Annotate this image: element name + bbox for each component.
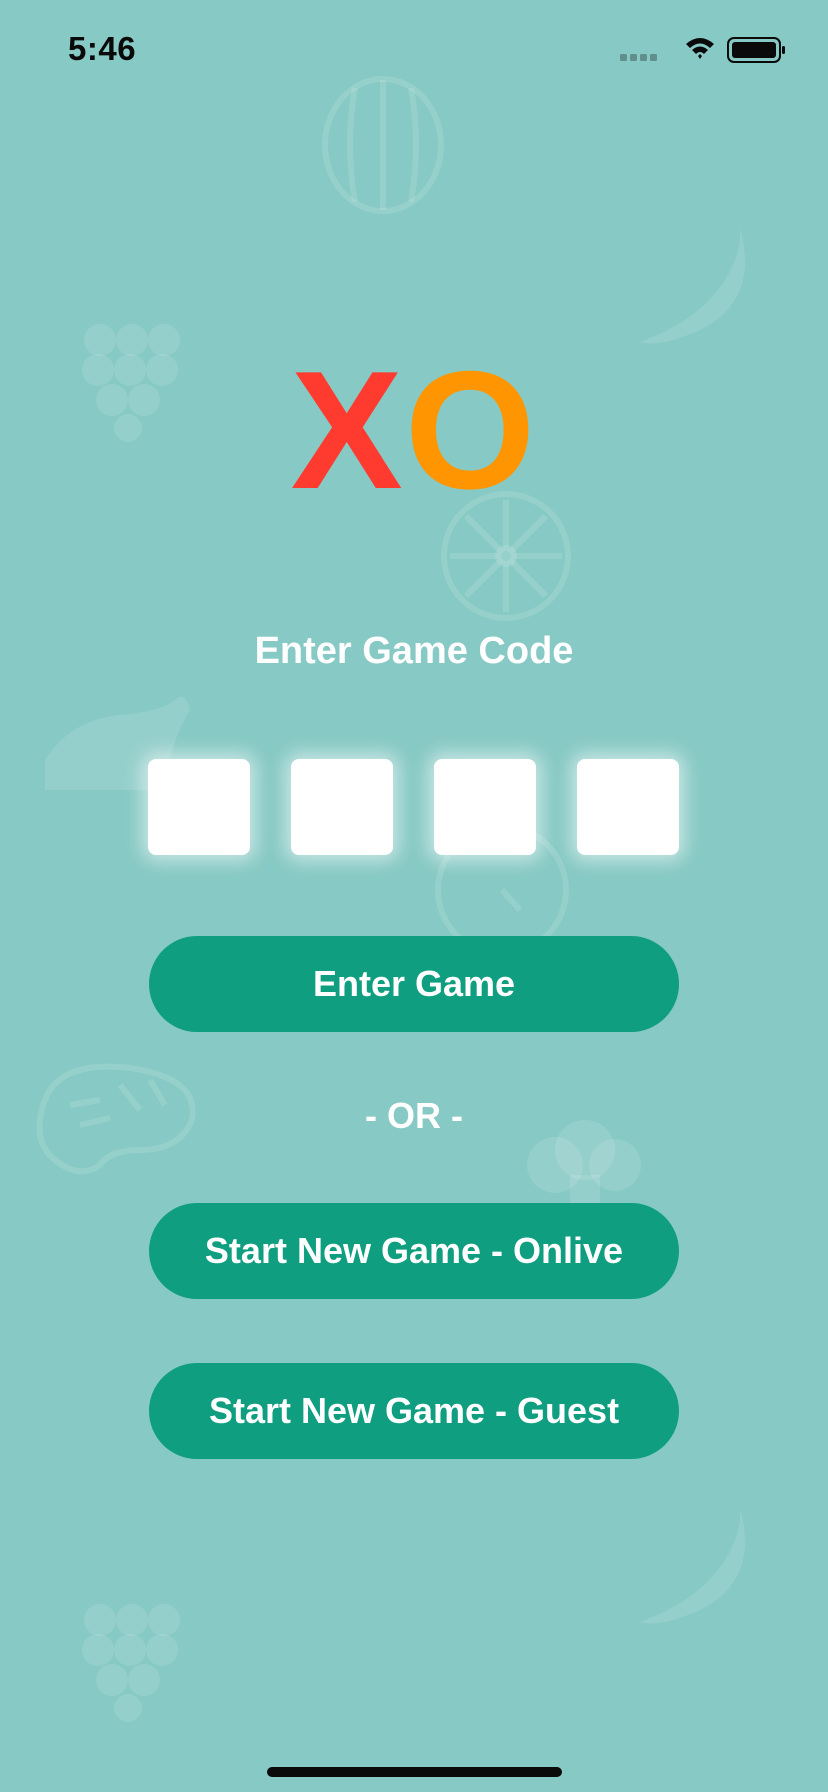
or-separator: - OR - — [365, 1095, 463, 1136]
enter-game-code-title: Enter Game Code — [254, 630, 574, 672]
status-bar: 5:46 — [0, 0, 828, 100]
code-digit-1-input[interactable] — [148, 759, 250, 855]
enter-game-button[interactable]: Enter Game — [149, 936, 679, 1032]
status-time: 5:46 — [68, 30, 137, 67]
code-digit-2-input[interactable] — [291, 759, 393, 855]
home-indicator[interactable] — [267, 1767, 562, 1777]
food-pattern-background — [36, 76, 745, 1722]
code-digit-4-input[interactable] — [577, 759, 679, 855]
game-code-inputs — [148, 759, 680, 855]
grapes-icon — [82, 324, 180, 1722]
logo-x-letter: X — [290, 336, 405, 524]
battery-icon — [727, 37, 785, 63]
wifi-icon — [686, 38, 714, 59]
code-digit-3-input[interactable] — [434, 759, 536, 855]
xo-logo: XO — [0, 345, 828, 515]
signal-icon — [620, 54, 657, 61]
logo-o-letter: O — [404, 336, 538, 524]
start-new-game-online-button[interactable]: Start New Game - Onlive — [149, 1203, 679, 1299]
start-new-game-guest-button[interactable]: Start New Game - Guest — [149, 1363, 679, 1459]
status-icons — [620, 37, 785, 63]
